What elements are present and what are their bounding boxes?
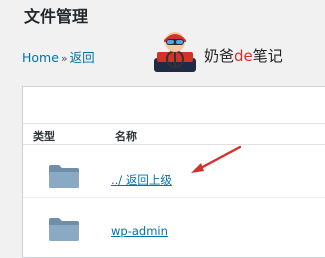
breadcrumb-separator: » bbox=[60, 52, 68, 65]
folder-icon bbox=[48, 163, 80, 193]
breadcrumb-back-link[interactable]: 返回 bbox=[70, 50, 95, 65]
table-toolbar bbox=[23, 87, 325, 124]
parent-directory-link[interactable]: ../ 返回上级 bbox=[111, 172, 172, 188]
watermark-logo: 奶爸de笔记 bbox=[152, 31, 302, 73]
folder-link-wp-admin[interactable]: wp-admin bbox=[111, 224, 168, 238]
driver-avatar-icon bbox=[154, 32, 196, 72]
table-row[interactable]: wp-admin bbox=[23, 208, 325, 252]
column-header-name[interactable]: 名称 bbox=[115, 128, 137, 144]
folder-icon bbox=[48, 216, 80, 246]
breadcrumb-home-link[interactable]: Home bbox=[22, 50, 59, 65]
breadcrumb: Home» 返回 bbox=[22, 47, 95, 66]
annotation-arrow-icon bbox=[191, 145, 242, 173]
page-title: 文件管理 bbox=[24, 7, 89, 26]
column-header-type[interactable]: 类型 bbox=[33, 128, 55, 144]
table-header: 类型 名称 bbox=[23, 124, 325, 145]
file-table-panel: 类型 名称 ../ 返回上级 wp-admin bbox=[22, 86, 325, 258]
watermark-text: 奶爸de笔记 bbox=[204, 47, 283, 65]
table-row[interactable]: ../ 返回上级 bbox=[23, 153, 325, 198]
